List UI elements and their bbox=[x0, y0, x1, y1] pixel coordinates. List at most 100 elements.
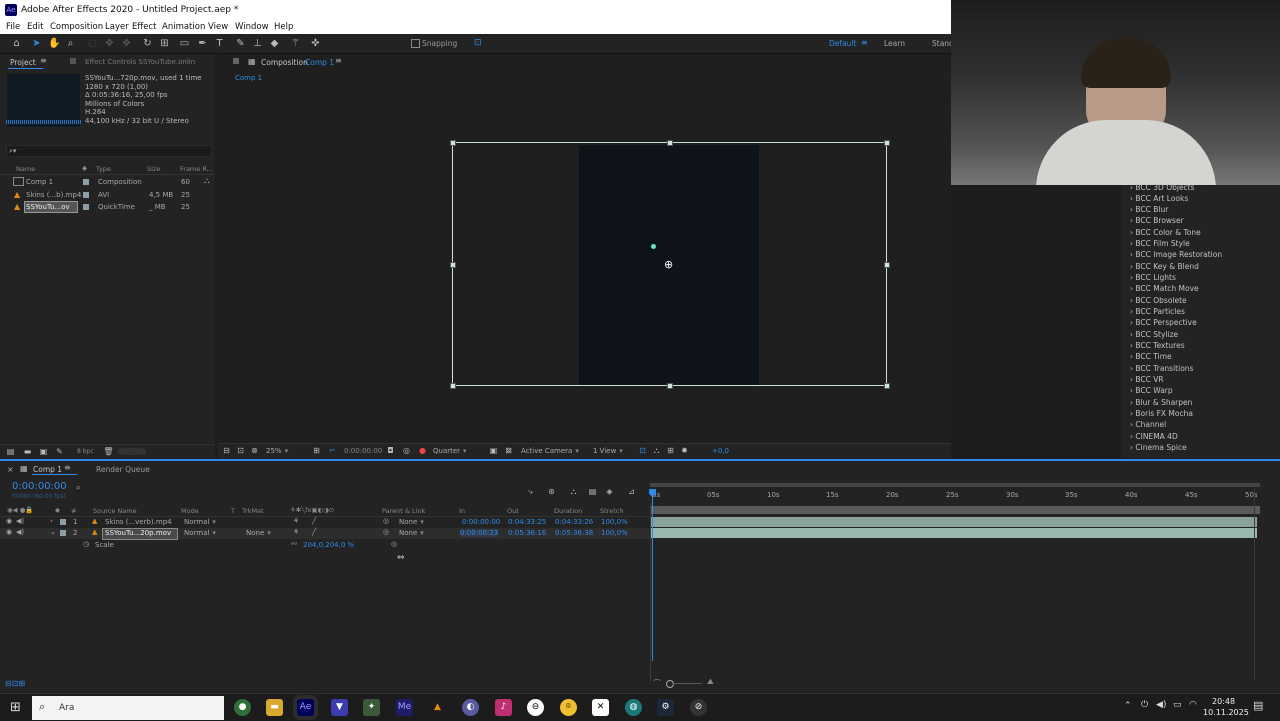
effect-category[interactable]: › BCC Film Style bbox=[1130, 239, 1190, 248]
col-source-name[interactable]: Source Name bbox=[93, 507, 137, 515]
label-color[interactable] bbox=[83, 204, 89, 210]
selection-icon[interactable]: ➤ bbox=[30, 37, 43, 50]
panel-menu-icon[interactable]: ≡ bbox=[64, 463, 71, 472]
menu-composition[interactable]: Composition bbox=[50, 22, 103, 32]
label-color[interactable] bbox=[83, 179, 89, 185]
bpc-label[interactable]: 8 bpc bbox=[77, 448, 94, 455]
comp-mini-flowchart-icon[interactable]: ⤷ bbox=[524, 485, 537, 498]
effect-category[interactable]: › CINEMA 4D bbox=[1130, 432, 1178, 441]
close-tab-icon[interactable]: × bbox=[7, 465, 14, 474]
mask-visibility-icon[interactable]: ⌐ bbox=[326, 444, 339, 457]
puppet-icon[interactable]: ✜ bbox=[309, 37, 322, 50]
menu-edit[interactable]: Edit bbox=[27, 22, 43, 32]
menu-view[interactable]: View bbox=[208, 22, 228, 32]
transform-handle[interactable] bbox=[884, 262, 890, 268]
timeline-icon[interactable]: ⊞ bbox=[664, 444, 677, 457]
workspace-menu-icon[interactable]: ≡ bbox=[861, 38, 868, 47]
fast-previews-icon[interactable]: ⊡ bbox=[234, 444, 247, 457]
project-search-input[interactable]: ⌕▾ bbox=[6, 145, 212, 157]
tiktok-icon[interactable]: ♪ bbox=[495, 699, 512, 716]
notifications-icon[interactable]: ▤ bbox=[1253, 699, 1263, 712]
app-icon[interactable]: ⊖ bbox=[527, 699, 544, 716]
workspace-default[interactable]: Default bbox=[829, 39, 856, 48]
layer-duration-bar[interactable] bbox=[651, 517, 1257, 527]
parent-dropdown[interactable]: None bbox=[399, 529, 424, 537]
eraser-icon[interactable]: ◆ bbox=[268, 37, 281, 50]
delete-icon[interactable]: 🗑 bbox=[102, 445, 115, 458]
app-icon[interactable]: ✦ bbox=[363, 699, 380, 716]
quality-switch-icon[interactable]: ╱ bbox=[312, 517, 316, 525]
visibility-icon[interactable]: ◉ bbox=[6, 517, 12, 525]
tray-icon[interactable]: ⏻ bbox=[1141, 700, 1148, 710]
pen-icon[interactable]: ✒ bbox=[196, 37, 209, 50]
constrain-link-icon[interactable]: ⚯ bbox=[291, 540, 297, 548]
brave-icon[interactable]: ▼ bbox=[331, 699, 348, 716]
col-parent[interactable]: Parent & Link bbox=[382, 507, 425, 515]
layer-in[interactable]: 0:00:00:00 bbox=[462, 518, 500, 526]
current-time-display[interactable]: 0:00:00:00 bbox=[344, 447, 382, 455]
steam-icon[interactable]: ⚙ bbox=[657, 699, 674, 716]
after-effects-icon[interactable]: Ae bbox=[293, 695, 318, 720]
layer-name[interactable]: Skins (...verb).mp4 bbox=[105, 518, 172, 526]
effect-category[interactable]: › Blur & Sharpen bbox=[1130, 398, 1192, 407]
menu-animation[interactable]: Animation bbox=[162, 22, 205, 32]
effect-category[interactable]: › BCC Stylize bbox=[1130, 330, 1178, 339]
maps-icon[interactable]: ⌾ bbox=[560, 699, 577, 716]
transform-handle[interactable] bbox=[884, 383, 890, 389]
current-time-indicator[interactable]: 0:00:00:00 bbox=[12, 481, 67, 492]
col-name[interactable]: Name bbox=[16, 165, 35, 173]
effect-category[interactable]: › BCC Time bbox=[1130, 352, 1172, 361]
parent-dropdown[interactable]: None bbox=[399, 518, 424, 526]
transform-handle[interactable] bbox=[884, 140, 890, 146]
reset-exposure-icon[interactable]: ✹ bbox=[678, 444, 691, 457]
col-mode[interactable]: Mode bbox=[181, 507, 199, 515]
trkmat-dropdown[interactable]: None bbox=[246, 529, 271, 537]
menu-effect[interactable]: Effect bbox=[132, 22, 156, 32]
col-size[interactable]: Size bbox=[147, 165, 160, 173]
snapping-checkbox[interactable] bbox=[411, 39, 420, 48]
move-icon[interactable]: ✥ bbox=[103, 37, 116, 50]
graph-editor-icon[interactable]: ⊿ bbox=[625, 485, 638, 498]
views-dropdown[interactable]: 1 View bbox=[593, 447, 623, 455]
effect-category[interactable]: › BCC Warp bbox=[1130, 386, 1173, 395]
stopwatch-icon[interactable]: ◷ bbox=[83, 540, 89, 548]
col-out[interactable]: Out bbox=[507, 507, 519, 515]
layer-out[interactable]: 0:05:36:16 bbox=[508, 529, 546, 537]
wifi-icon[interactable]: ◠ bbox=[1189, 700, 1197, 710]
zoom-in-icon[interactable]: ⛰ bbox=[707, 677, 714, 687]
vlc-icon[interactable]: ▲ bbox=[429, 699, 446, 716]
rotate-icon[interactable]: ↻ bbox=[141, 37, 154, 50]
timeline-search-input[interactable]: ⌕ bbox=[76, 483, 216, 493]
blend-mode-dropdown[interactable]: Normal bbox=[184, 529, 216, 537]
effect-category[interactable]: › Cinema Spice bbox=[1130, 443, 1187, 452]
grid-icon[interactable]: ⊞ bbox=[310, 444, 323, 457]
workspace-learn[interactable]: Learn bbox=[884, 39, 905, 48]
app-icon[interactable]: ◐ bbox=[462, 699, 479, 716]
render-queue-tab[interactable]: Render Queue bbox=[96, 465, 150, 474]
resolution-dropdown[interactable]: Quarter bbox=[433, 447, 467, 455]
brush-icon[interactable]: ✎ bbox=[234, 37, 247, 50]
effect-category[interactable]: › BCC Particles bbox=[1130, 307, 1185, 316]
layer-duration[interactable]: 0:05:36:38 bbox=[555, 529, 593, 537]
effect-category[interactable]: › BCC VR bbox=[1130, 375, 1164, 384]
menu-help[interactable]: Help bbox=[274, 22, 293, 32]
thumbnail-size-slider[interactable] bbox=[118, 448, 146, 455]
clone-stamp-icon[interactable]: ⊥ bbox=[251, 37, 264, 50]
effect-category[interactable]: › BCC Match Move bbox=[1130, 284, 1199, 293]
zoom-slider-thumb[interactable] bbox=[666, 680, 674, 688]
unified-camera-icon[interactable]: ✥ bbox=[120, 37, 133, 50]
interpret-footage-icon[interactable]: ▤ bbox=[4, 445, 17, 458]
clock-date[interactable]: 10.11.2025 bbox=[1203, 708, 1249, 717]
layer-row[interactable]: ◉ ◀) ⌄ 2 ▲ SSYouTu...20p.mov Normal None… bbox=[0, 528, 650, 540]
expand-arrow-icon[interactable]: › bbox=[50, 517, 53, 525]
flowchart-icon[interactable]: ⛬ bbox=[204, 176, 210, 186]
explorer-icon[interactable]: ▬ bbox=[266, 699, 283, 716]
effect-category[interactable]: › BCC Key & Blend bbox=[1130, 262, 1199, 271]
collapse-arrow-icon[interactable]: ⌄ bbox=[50, 528, 56, 536]
region-icon[interactable]: ⊠ bbox=[502, 444, 515, 457]
panel-menu-icon[interactable]: ≡ bbox=[40, 56, 47, 65]
roto-brush-icon[interactable]: ⚚ bbox=[289, 37, 302, 50]
zoom-out-icon[interactable]: ⌒ bbox=[653, 678, 661, 689]
layer-duration-bar[interactable] bbox=[651, 528, 1257, 538]
frame-blending-icon[interactable]: ▤ bbox=[586, 485, 599, 498]
